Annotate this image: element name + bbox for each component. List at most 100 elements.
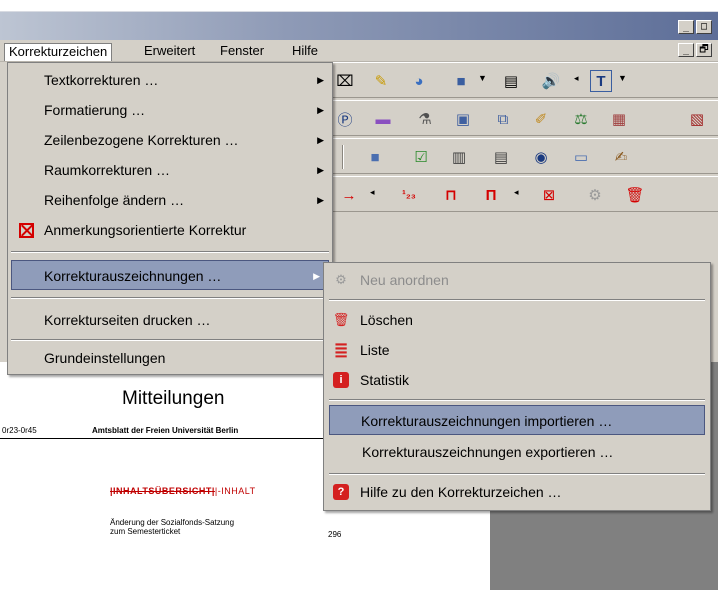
submenu-item-loeschen[interactable]: 🗑 Löschen bbox=[324, 305, 710, 335]
gear-icon[interactable]: ⚙ bbox=[584, 184, 606, 206]
title-bar: _ □ bbox=[0, 0, 718, 40]
measure-tool-icon[interactable]: ⚖ bbox=[570, 108, 592, 130]
document-title: Mitteilungen bbox=[122, 388, 225, 409]
menu-item-label: Textkorrekturen … bbox=[44, 72, 159, 88]
combobox-tool-icon[interactable]: ▤ bbox=[490, 146, 512, 168]
square-tool-icon[interactable]: ■ bbox=[364, 146, 386, 168]
maximize-button[interactable]: □ bbox=[696, 20, 712, 34]
menu-item-label: Anmerkungsorientierte Korrektur bbox=[44, 222, 247, 238]
trash-icon[interactable]: 🗑 bbox=[624, 184, 646, 206]
toc-item-line-2: zum Semesterticket bbox=[110, 527, 181, 536]
menu-korrekturzeichen[interactable]: Korrekturzeichen bbox=[4, 43, 113, 61]
korrekturauszeichnungen-submenu: ⚙ Neu anordnen 🗑 Löschen ≣ Liste i Stati… bbox=[323, 262, 711, 511]
document-toc-item: Änderung der Sozialfonds-Satzung zum Sem… bbox=[110, 518, 234, 536]
chevron-left-icon[interactable]: ◂ bbox=[370, 187, 375, 198]
transpose-tool-icon[interactable]: ⊓ bbox=[440, 184, 462, 206]
crop-tool-icon[interactable]: ⌧ bbox=[334, 70, 356, 92]
gear-icon: ⚙ bbox=[335, 272, 347, 287]
submenu-item-label: Statistik bbox=[360, 372, 410, 388]
chevron-left-icon[interactable]: ◂ bbox=[514, 187, 519, 198]
move-arrow-icon[interactable]: → bbox=[338, 184, 360, 206]
form-tool-icon[interactable]: ▦ bbox=[608, 108, 630, 130]
menu-item-label: Korrekturauszeichnungen … bbox=[44, 268, 222, 284]
signature-tool-icon[interactable]: ✍ bbox=[610, 146, 632, 168]
menu-item-korrekturauszeichnungen[interactable]: Korrekturauszeichnungen … ▶ bbox=[11, 260, 329, 290]
globe-tool-icon[interactable]: ◕ bbox=[408, 70, 430, 92]
menu-item-label: Grundeinstellungen bbox=[44, 350, 166, 366]
color-tool-icon[interactable]: ▬ bbox=[372, 108, 394, 130]
submenu-arrow-icon: ▶ bbox=[317, 165, 324, 175]
submenu-item-neu-anordnen[interactable]: ⚙ Neu anordnen bbox=[324, 265, 710, 295]
menu-item-anmerkungsorientierte-korrektur[interactable]: Anmerkungsorientierte Korrektur bbox=[8, 215, 332, 245]
pdf-tool-icon[interactable]: Ⓟ bbox=[334, 108, 356, 130]
menu-bar: Korrekturzeichen Erweitert Fenster Hilfe… bbox=[0, 40, 718, 62]
menu-item-label: Zeilenbezogene Korrekturen … bbox=[44, 132, 239, 148]
menu-separator bbox=[329, 399, 705, 401]
menu-fenster[interactable]: Fenster bbox=[216, 43, 268, 61]
title-bar-top-strip bbox=[0, 0, 718, 12]
pencil-tool-icon[interactable]: ✐ bbox=[530, 108, 552, 130]
page-tool-icon[interactable]: ▣ bbox=[452, 108, 474, 130]
menu-separator bbox=[329, 473, 705, 475]
doc-tool-icon[interactable]: ▧ bbox=[686, 108, 708, 130]
document-toc-heading: |INHALTSÜBERSICHT||-INHALT bbox=[110, 486, 256, 496]
submenu-item-label: Korrekturauszeichnungen exportieren … bbox=[362, 444, 614, 460]
chevron-down-icon[interactable]: ▼ bbox=[618, 73, 627, 83]
menu-item-label: Korrekturseiten drucken … bbox=[44, 312, 211, 328]
submenu-item-importieren[interactable]: Korrekturauszeichnungen importieren … bbox=[329, 405, 705, 435]
chevron-down-icon[interactable]: ▼ bbox=[478, 73, 487, 83]
menu-separator bbox=[11, 339, 329, 341]
menu-item-label: Formatierung … bbox=[44, 102, 146, 118]
sound-tool-icon[interactable]: 🔊 bbox=[540, 70, 562, 92]
toc-item-line-1: Änderung der Sozialfonds-Satzung bbox=[110, 518, 235, 527]
delete-mark-icon[interactable]: ⊠ bbox=[538, 184, 560, 206]
menu-item-grundeinstellungen[interactable]: Grundeinstellungen bbox=[8, 343, 332, 373]
submenu-item-liste[interactable]: ≣ Liste bbox=[324, 335, 710, 365]
menu-erweitert[interactable]: Erweitert bbox=[140, 43, 199, 61]
textfield-tool-icon[interactable]: ▭ bbox=[570, 146, 592, 168]
toolbar-row-2: Ⓟ ▬ ⚗ ▣ ⧉ ✐ ⚖ ▦ ▧ bbox=[330, 100, 718, 136]
menu-item-raumkorrekturen[interactable]: Raumkorrekturen … ▶ bbox=[8, 155, 332, 185]
checkbox-tool-icon[interactable]: ☑ bbox=[410, 146, 432, 168]
doc-restore-button[interactable]: 🗗 bbox=[696, 43, 712, 57]
chevron-left-icon[interactable]: ◂ bbox=[574, 73, 579, 84]
korrekturzeichen-menu: Textkorrekturen … ▶ Formatierung … ▶ Zei… bbox=[7, 62, 333, 375]
document-page-number: 296 bbox=[328, 530, 342, 539]
menu-hilfe[interactable]: Hilfe bbox=[288, 43, 322, 61]
minimize-button[interactable]: _ bbox=[678, 20, 694, 34]
submenu-item-statistik[interactable]: i Statistik bbox=[324, 365, 710, 395]
menu-item-label: Raumkorrekturen … bbox=[44, 162, 171, 178]
submenu-arrow-icon: ▶ bbox=[317, 75, 324, 85]
submenu-arrow-icon: ▶ bbox=[313, 271, 320, 281]
x-box-icon bbox=[19, 223, 34, 238]
submenu-item-hilfe[interactable]: ? Hilfe zu den Korrekturzeichen … bbox=[324, 477, 710, 507]
reorder-tool-icon[interactable]: ¹₂₃ bbox=[398, 184, 420, 206]
submenu-item-label: Liste bbox=[360, 342, 390, 358]
fill-tool-icon[interactable]: ■ bbox=[450, 70, 472, 92]
menu-separator bbox=[329, 299, 705, 301]
submenu-item-label: Löschen bbox=[360, 312, 413, 328]
submenu-arrow-icon: ▶ bbox=[317, 195, 324, 205]
menu-item-formatierung[interactable]: Formatierung … ▶ bbox=[8, 95, 332, 125]
menu-item-textkorrekturen[interactable]: Textkorrekturen … ▶ bbox=[8, 65, 332, 95]
document-header: Amtsblatt der Freien Universität Berlin bbox=[92, 426, 239, 435]
submenu-item-label: Korrekturauszeichnungen importieren … bbox=[361, 413, 613, 429]
menu-item-korrekturseiten-drucken[interactable]: Korrekturseiten drucken … bbox=[8, 305, 332, 335]
submenu-item-exportieren[interactable]: Korrekturauszeichnungen exportieren … bbox=[324, 437, 710, 467]
doc-minimize-button[interactable]: _ bbox=[678, 43, 694, 57]
toolbar-row-3: ■ ☑ ▥ ▤ ◉ ▭ ✍ bbox=[330, 138, 718, 174]
bracket-tool-icon[interactable]: Π bbox=[480, 184, 502, 206]
toolbar-row-4: → ◂ ¹₂₃ ⊓ Π ◂ ⊠ ⚙ 🗑 bbox=[330, 176, 718, 212]
text-tool-icon[interactable]: T bbox=[590, 70, 612, 92]
crop-page-icon[interactable]: ⧉ bbox=[492, 108, 514, 130]
radio-tool-icon[interactable]: ◉ bbox=[530, 146, 552, 168]
menu-item-label: Reihenfolge ändern … bbox=[44, 192, 185, 208]
stamp-tool-icon[interactable]: ⚗ bbox=[414, 108, 436, 130]
pen-tool-icon[interactable]: ✎ bbox=[370, 70, 392, 92]
toc-replacement-text: |-INHALT bbox=[214, 486, 256, 496]
film-tool-icon[interactable]: ▤ bbox=[500, 70, 522, 92]
menu-item-reihenfolge-aendern[interactable]: Reihenfolge ändern … ▶ bbox=[8, 185, 332, 215]
listbox-tool-icon[interactable]: ▥ bbox=[448, 146, 470, 168]
submenu-item-label: Hilfe zu den Korrekturzeichen … bbox=[360, 484, 562, 500]
menu-item-zeilenbezogene-korrekturen[interactable]: Zeilenbezogene Korrekturen … ▶ bbox=[8, 125, 332, 155]
